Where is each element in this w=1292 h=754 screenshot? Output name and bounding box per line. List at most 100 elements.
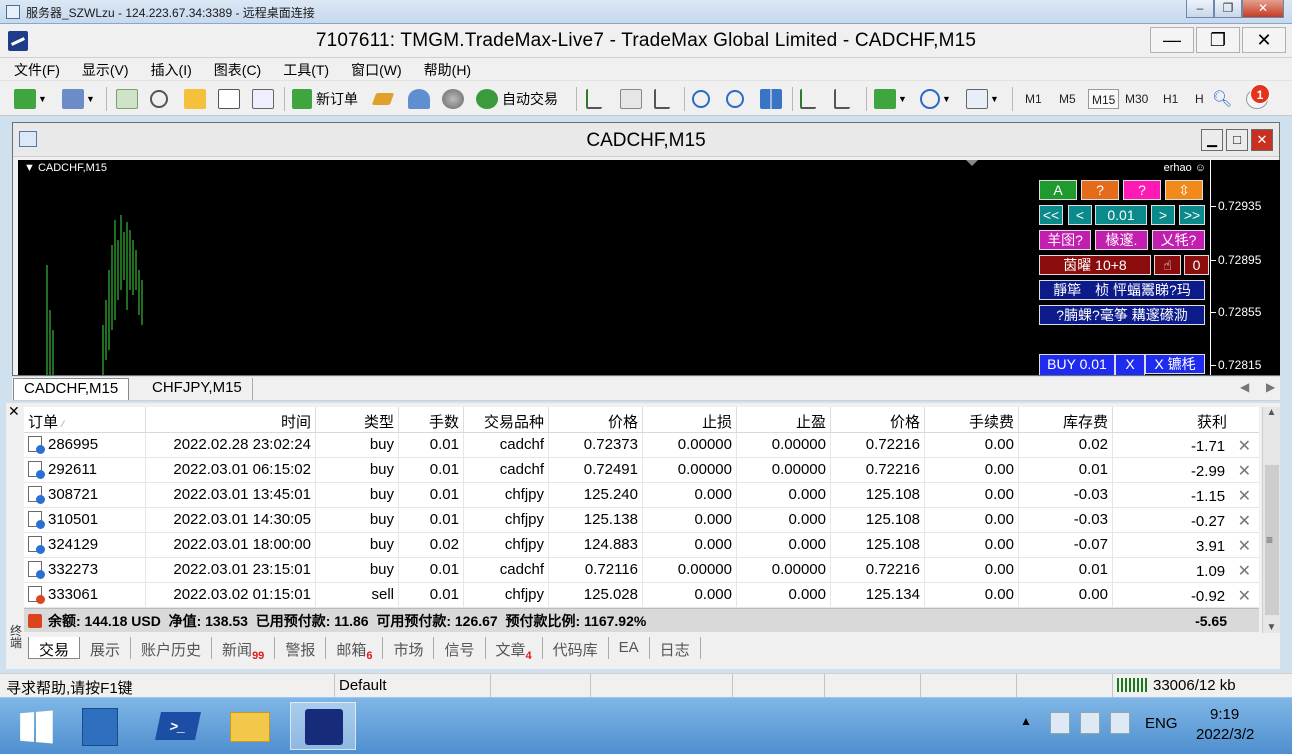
col-header-sl[interactable]: 止损 (643, 407, 737, 432)
chart-shift-marker[interactable] (966, 160, 978, 166)
zoom-out-button[interactable] (726, 87, 744, 111)
close-all-button[interactable]: X 镳枆 (1145, 354, 1205, 374)
menu-file[interactable]: 文件(F) (6, 58, 68, 80)
rdp-close-button[interactable]: ✕ (1242, 0, 1284, 18)
close-order-icon[interactable]: ✕ (1233, 463, 1251, 480)
close-order-icon[interactable]: ✕ (1233, 588, 1251, 605)
zoom-in-button[interactable] (692, 87, 710, 111)
search-button[interactable]: 🔍︎ (1212, 87, 1232, 111)
tab-articles[interactable]: 文章4 (486, 637, 543, 662)
bar-chart-button[interactable] (586, 87, 602, 111)
panel-option-2-button[interactable]: 椽邃. (1095, 230, 1148, 250)
chart-tab-cadchf[interactable]: CADCHF,M15 (13, 378, 130, 400)
chart-restore-button[interactable]: □ (1226, 129, 1248, 151)
lot-step-up-large-button[interactable]: >> (1179, 205, 1205, 225)
timeframe-m1[interactable]: M1 (1022, 89, 1045, 109)
experts-button[interactable] (408, 87, 430, 111)
col-header-lots[interactable]: 手数 (399, 407, 464, 432)
periods-button[interactable]: ▼ (920, 87, 951, 111)
rdp-minimize-button[interactable]: – (1186, 0, 1214, 18)
chart-close-button[interactable]: ✕ (1251, 129, 1273, 151)
col-header-current-price[interactable]: 价格 (831, 407, 925, 432)
col-header-symbol[interactable]: 交易品种 (464, 407, 549, 432)
tab-account-history[interactable]: 账户历史 (131, 637, 213, 659)
market-watch-button[interactable] (116, 87, 138, 111)
panel-status-field[interactable]: 茵曜 10+8 (1039, 255, 1151, 275)
col-header-order[interactable]: 订单 ⁄ (24, 407, 146, 432)
table-row[interactable]: 286995 2022.02.28 23:02:24 buy 0.01 cadchf 0.… (24, 433, 1259, 458)
language-indicator[interactable]: ENG (1145, 715, 1178, 754)
line-chart-button[interactable] (654, 87, 670, 111)
terminal-close-icon[interactable]: ✕ (8, 403, 20, 420)
navigator-button[interactable] (184, 87, 206, 111)
clock-date[interactable]: 2022/3/2 (1196, 726, 1254, 754)
timeframe-h4[interactable]: H (1192, 89, 1207, 109)
tab-news[interactable]: 新闻99 (212, 637, 276, 662)
menu-charts[interactable]: 图表(C) (206, 58, 269, 80)
app-restore-button[interactable]: ❐ (1196, 27, 1240, 53)
menu-insert[interactable]: 插入(I) (143, 58, 200, 80)
buy-button[interactable]: BUY 0.01 (1039, 354, 1115, 375)
col-header-tp[interactable]: 止盈 (737, 407, 831, 432)
menu-view[interactable]: 显示(V) (74, 58, 137, 80)
col-header-price[interactable]: 价格 (549, 407, 643, 432)
lot-step-up-button[interactable]: > (1151, 205, 1175, 225)
server-manager-taskbar-button[interactable] (72, 702, 128, 750)
lot-step-down-large-button[interactable]: << (1039, 205, 1063, 225)
tab-mailbox[interactable]: 邮箱6 (326, 637, 384, 662)
close-order-icon[interactable]: ✕ (1233, 538, 1251, 555)
col-header-commission[interactable]: 手续费 (925, 407, 1019, 432)
tab-signals[interactable]: 信号 (434, 637, 486, 659)
table-row[interactable]: 292611 2022.03.01 06:15:02 buy 0.01 cadchf 0.… (24, 458, 1259, 483)
menu-tools[interactable]: 工具(T) (275, 58, 337, 80)
close-order-icon[interactable]: ✕ (1233, 513, 1251, 530)
col-header-profit[interactable]: 获利 (1113, 407, 1255, 432)
chart-minimize-button[interactable]: ▁ (1201, 129, 1223, 151)
chart-tab-chfjpy[interactable]: CHFJPY,M15 (142, 378, 253, 400)
tab-alerts[interactable]: 警报 (275, 637, 327, 659)
panel-option-1-button[interactable]: 羊囹? (1039, 230, 1091, 250)
chart-plot-area[interactable]: ▼ CADCHF,M15 erhao ☺ A ? ? ⇳ << < 0.01 >… (18, 160, 1210, 375)
timeframe-m15[interactable]: M15 (1088, 89, 1120, 109)
menu-help[interactable]: 帮助(H) (416, 58, 479, 80)
templates-button[interactable]: ▼ (966, 87, 999, 111)
menu-window[interactable]: 窗口(W) (343, 58, 410, 80)
panel-a-button[interactable]: A (1039, 180, 1077, 200)
tab-exposure[interactable]: 展示 (80, 637, 132, 659)
network-icon[interactable] (1080, 712, 1100, 734)
close-order-icon[interactable]: ✕ (1233, 563, 1251, 580)
lot-size-field[interactable]: 0.01 (1095, 205, 1147, 225)
tab-code-base[interactable]: 代码库 (543, 637, 609, 659)
panel-option-3-button[interactable]: 乂牦? (1152, 230, 1205, 250)
profiles-button[interactable]: ▼ (62, 87, 95, 111)
explorer-taskbar-button[interactable] (222, 702, 278, 750)
col-header-time[interactable]: 时间 (146, 407, 316, 432)
close-order-icon[interactable]: ✕ (1233, 438, 1251, 455)
panel-hand-button[interactable]: ☝ (1154, 255, 1181, 275)
tabs-left-arrow-icon[interactable]: ◀ (1240, 380, 1249, 394)
table-row[interactable]: 308721 2022.03.01 13:45:01 buy 0.01 chfjpy 12… (24, 483, 1259, 508)
panel-help-button[interactable]: ? (1081, 180, 1119, 200)
table-row[interactable]: 310501 2022.03.01 14:30:05 buy 0.01 chfjpy 12… (24, 508, 1259, 533)
new-order-button[interactable]: 新订单 (292, 87, 358, 111)
table-row[interactable]: 333061 2022.03.02 01:15:01 sell 0.01 chfjpy 1… (24, 583, 1259, 608)
tile-windows-button[interactable] (760, 87, 782, 111)
powershell-taskbar-button[interactable]: >_ (150, 702, 206, 750)
tray-expand-icon[interactable]: ▲ (1020, 714, 1032, 754)
indicators-button[interactable]: ▼ (874, 87, 907, 111)
tab-trade[interactable]: 交易 (28, 637, 81, 659)
chart-shift-button[interactable] (834, 87, 850, 111)
tab-experts[interactable]: EA (609, 637, 650, 659)
start-button[interactable] (6, 702, 62, 750)
close-order-icon[interactable]: ✕ (1233, 488, 1251, 505)
autoscroll-button[interactable] (800, 87, 816, 111)
rdp-restore-button[interactable]: ❐ (1214, 0, 1242, 18)
col-header-swap[interactable]: 库存费 (1019, 407, 1113, 432)
timeframe-m30[interactable]: M30 (1122, 89, 1151, 109)
app-minimize-button[interactable]: — (1150, 27, 1194, 53)
metaeditor-button[interactable] (371, 87, 395, 111)
tab-market[interactable]: 市场 (383, 637, 435, 659)
panel-count-field[interactable]: 0 (1184, 255, 1209, 275)
auto-trading-button[interactable]: 自动交易 (476, 87, 558, 111)
tab-journal[interactable]: 日志 (650, 637, 701, 659)
